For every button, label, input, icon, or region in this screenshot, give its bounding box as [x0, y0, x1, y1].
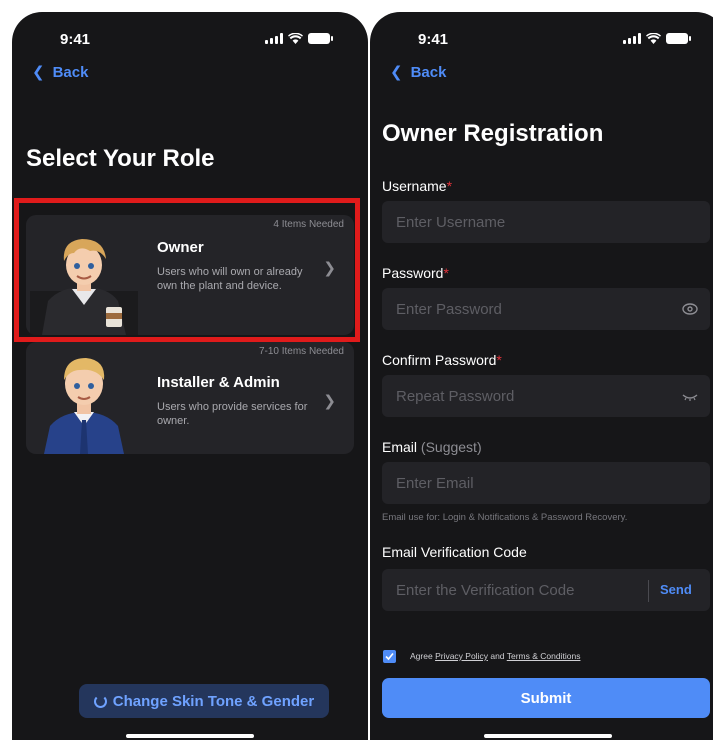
required-asterisk: *	[443, 265, 449, 281]
page-title: Owner Registration	[382, 120, 604, 147]
items-needed-badge: 4 Items Needed	[273, 219, 344, 230]
chevron-right-icon: ❯	[323, 393, 336, 410]
checkmark-icon	[385, 652, 394, 661]
confirm-password-input[interactable]	[382, 375, 710, 417]
divider	[648, 580, 649, 602]
privacy-policy-link[interactable]: Privacy Policy	[435, 651, 488, 661]
installer-avatar-icon	[44, 358, 124, 454]
chevron-right-icon: ❯	[323, 260, 336, 277]
username-label: Username*	[382, 178, 453, 194]
password-input[interactable]	[382, 288, 710, 330]
wifi-icon	[646, 32, 661, 44]
role-card-owner[interactable]: 4 Items Needed Owner Users who will own …	[26, 215, 354, 335]
email-hint: (Suggest)	[420, 439, 482, 455]
verification-code-label: Email Verification Code	[382, 544, 527, 560]
status-icons	[623, 31, 691, 45]
status-time: 9:41	[418, 31, 449, 48]
role-title: Installer & Admin	[157, 374, 280, 391]
username-input[interactable]	[382, 201, 710, 243]
battery-icon	[666, 32, 691, 44]
home-indicator	[126, 734, 254, 738]
submit-button[interactable]: Submit	[382, 678, 710, 718]
skin-button-label: Change Skin Tone & Gender	[112, 692, 315, 710]
email-input[interactable]	[382, 462, 710, 504]
change-skin-tone-button[interactable]: Change Skin Tone & Gender	[79, 684, 329, 718]
password-label: Password*	[382, 265, 449, 281]
terms-link[interactable]: Terms & Conditions	[507, 651, 581, 661]
signal-icon	[623, 32, 641, 44]
battery-icon	[308, 32, 333, 44]
page-title: Select Your Role	[26, 145, 215, 172]
back-button[interactable]: ❮ Back	[32, 64, 88, 81]
back-button[interactable]: ❮ Back	[390, 64, 446, 81]
role-card-installer[interactable]: 7-10 Items Needed Installer & Admin User…	[26, 342, 354, 454]
email-note: Email use for: Login & Notifications & P…	[382, 512, 628, 523]
chevron-left-icon: ❮	[390, 64, 403, 81]
role-description: Users who will own or already own the pl…	[157, 266, 303, 292]
back-label: Back	[52, 64, 89, 81]
owner-avatar-icon	[30, 239, 138, 335]
status-time: 9:41	[60, 31, 91, 48]
items-needed-badge: 7-10 Items Needed	[258, 346, 344, 357]
owner-registration-screen: 9:41 ❮ Back Owner Registration Username*…	[370, 12, 713, 740]
role-description: Users who provide services for owner.	[157, 401, 308, 427]
agree-checkbox[interactable]	[383, 650, 396, 663]
send-code-button[interactable]: Send	[660, 582, 692, 597]
confirm-password-label: Confirm Password*	[382, 352, 502, 368]
required-asterisk: *	[496, 352, 502, 368]
email-label: Email (Suggest)	[382, 439, 482, 455]
home-indicator	[484, 734, 612, 738]
status-bar: 9:41	[12, 12, 368, 52]
eye-icon[interactable]	[682, 301, 698, 317]
chevron-left-icon: ❮	[32, 64, 45, 81]
wifi-icon	[288, 32, 303, 44]
agree-text: Agree Privacy Policy and Terms & Conditi…	[410, 651, 581, 661]
eye-closed-icon[interactable]	[682, 388, 698, 404]
back-label: Back	[410, 64, 447, 81]
refresh-icon	[93, 694, 107, 708]
status-icons	[265, 31, 333, 45]
role-select-screen: 9:41 ❮ Back Select Your Role 4 Items Nee…	[12, 12, 368, 740]
role-title: Owner	[157, 239, 204, 256]
signal-icon	[265, 32, 283, 44]
required-asterisk: *	[446, 178, 453, 194]
status-bar: 9:41	[370, 12, 713, 52]
